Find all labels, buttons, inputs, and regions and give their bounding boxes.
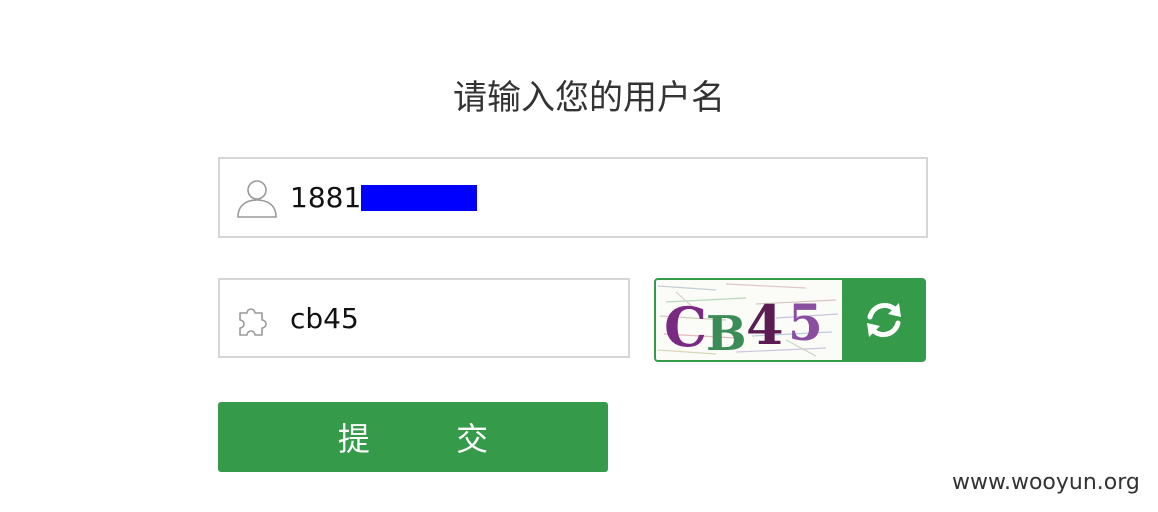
captcha-refresh-button[interactable] xyxy=(842,280,924,360)
puzzle-icon xyxy=(234,299,280,339)
username-prefix: 1881 xyxy=(290,181,362,214)
username-field[interactable]: 1881 xyxy=(218,157,928,238)
captcha-input[interactable]: cb45 xyxy=(290,280,359,356)
watermark: www.wooyun.org xyxy=(952,470,1140,495)
refresh-icon xyxy=(867,302,901,338)
user-icon xyxy=(234,178,280,218)
svg-text:C: C xyxy=(664,295,707,359)
captcha-widget: C B 4 5 xyxy=(654,278,926,362)
username-value[interactable]: 1881 xyxy=(290,159,478,236)
username-redaction xyxy=(361,184,478,211)
svg-text:5: 5 xyxy=(788,293,823,352)
svg-text:4: 4 xyxy=(746,293,784,357)
captcha-field[interactable]: cb45 xyxy=(218,278,630,358)
page-title: 请输入您的用户名 xyxy=(453,78,725,118)
captcha-image[interactable]: C B 4 5 xyxy=(656,280,842,360)
svg-text:B: B xyxy=(706,306,747,360)
submit-button[interactable]: 提 交 xyxy=(218,402,608,472)
